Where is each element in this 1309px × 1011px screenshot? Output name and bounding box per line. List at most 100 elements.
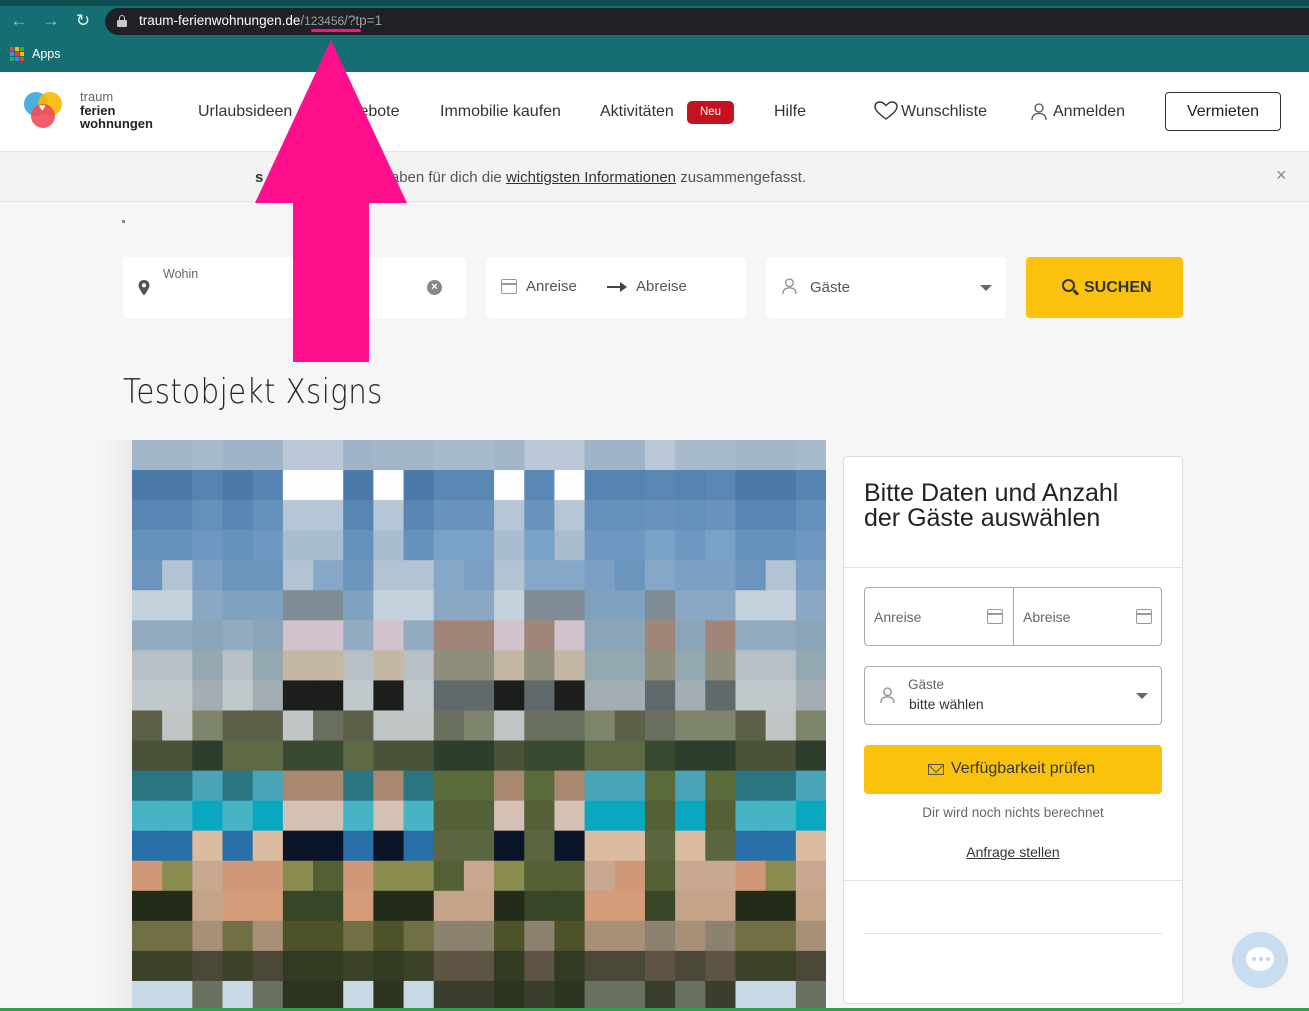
nav-aktivitaeten[interactable]: Aktivitäten (600, 103, 674, 121)
mosaic-tile (282, 770, 314, 802)
mosaic-tile (162, 770, 193, 802)
mosaic-tile (795, 920, 826, 952)
back-arrow-icon[interactable]: ← (8, 10, 30, 32)
url-object-id: 123456 (304, 14, 345, 28)
mosaic-tile (222, 800, 254, 832)
mosaic-tile (313, 740, 344, 772)
mosaic-tile (222, 710, 254, 742)
mosaic-tile (614, 590, 646, 621)
logo-icon[interactable]: ♥ (24, 90, 64, 130)
mosaic-tile (433, 830, 465, 862)
mosaic-tile (584, 740, 616, 772)
mosaic-tile (765, 500, 797, 531)
mosaic-tile (524, 980, 556, 1011)
mosaic-tile (343, 890, 374, 922)
booking-title: Bitte Daten und Anzahl der Gäste auswähl… (864, 479, 1119, 532)
nav-hilfe[interactable]: Hilfe (774, 103, 806, 121)
mosaic-tile (132, 650, 163, 682)
forward-arrow-icon[interactable]: → (40, 10, 62, 32)
booking-departure-input[interactable]: Abreise (1023, 609, 1070, 625)
clear-icon[interactable]: × (427, 280, 442, 295)
mosaic-tile (192, 860, 224, 892)
mosaic-tile (403, 560, 435, 591)
arrow-right-icon (607, 282, 627, 292)
mosaic-tile (614, 830, 646, 862)
mosaic-tile (614, 950, 646, 982)
mosaic-tile (463, 560, 495, 591)
mosaic-tile (463, 830, 495, 862)
mosaic-tile (675, 500, 706, 531)
mosaic-tile (282, 500, 314, 531)
mosaic-tile (765, 440, 797, 471)
mosaic-tile (313, 590, 344, 621)
mosaic-tile (765, 980, 797, 1011)
rent-out-button[interactable]: Vermieten (1165, 92, 1281, 131)
mosaic-tile (675, 710, 706, 742)
booking-guests-select[interactable]: Gäste bitte wählen (864, 666, 1162, 725)
mosaic-tile (705, 470, 737, 501)
mosaic-tile (192, 740, 224, 772)
mosaic-tile (614, 620, 646, 651)
mosaic-tile (765, 950, 797, 982)
mosaic-tile (644, 500, 676, 531)
mosaic-tile (403, 650, 435, 682)
property-photo[interactable] (132, 440, 826, 1011)
mosaic-tile (162, 620, 193, 651)
address-bar[interactable]: traum-ferienwohnungen.de/123456/?tp=1 (105, 8, 1309, 35)
mosaic-tile (463, 440, 495, 471)
mosaic-tile (463, 890, 495, 922)
search-button[interactable]: SUCHEN (1026, 257, 1183, 318)
mosaic-tile (463, 800, 495, 832)
mosaic-tile (675, 740, 706, 772)
mosaic-tile (554, 860, 586, 892)
mosaic-tile (795, 770, 826, 802)
bookmark-apps[interactable]: Apps (32, 47, 61, 61)
mosaic-tile (705, 590, 737, 621)
close-icon[interactable]: × (1276, 166, 1294, 184)
logo-text[interactable]: traum ferien wohnungen (80, 90, 153, 131)
calendar-icon (501, 279, 517, 294)
heart-icon[interactable] (874, 101, 898, 121)
mosaic-tile (765, 800, 797, 832)
mosaic-tile (433, 590, 465, 621)
url-text[interactable]: traum-ferienwohnungen.de/123456/?tp=1 (139, 13, 382, 28)
mosaic-tile (313, 830, 344, 862)
mosaic-tile (403, 800, 435, 832)
check-availability-button[interactable]: Verfügbarkeit prüfen (864, 745, 1162, 794)
user-icon[interactable] (1031, 103, 1047, 121)
banner-info-link[interactable]: wichtigsten Informationen (506, 169, 676, 186)
mosaic-tile (765, 770, 797, 802)
annotation-arrow (255, 40, 407, 362)
booking-date-box[interactable]: Anreise Abreise (864, 587, 1162, 646)
mosaic-tile (614, 500, 646, 531)
inquiry-link[interactable]: Anfrage stellen (844, 844, 1182, 860)
mosaic-tile (765, 530, 797, 561)
mosaic-tile (494, 590, 525, 621)
mosaic-tile (735, 890, 767, 922)
arrival-input[interactable]: Anreise (526, 278, 577, 295)
departure-input[interactable]: Abreise (636, 278, 687, 295)
login-link[interactable]: Anmelden (1053, 103, 1125, 121)
guests-field[interactable]: Gäste (766, 257, 1006, 318)
mosaic-tile (614, 650, 646, 682)
divider (864, 933, 1162, 934)
mosaic-tile (282, 470, 314, 501)
chat-icon[interactable] (1232, 932, 1288, 988)
mosaic-tile (644, 860, 676, 892)
nav-immobilie-kaufen[interactable]: Immobilie kaufen (440, 103, 561, 121)
reload-icon[interactable]: ↻ (72, 10, 94, 32)
mosaic-tile (644, 830, 676, 862)
mosaic-tile (463, 860, 495, 892)
mosaic-tile (735, 470, 767, 501)
mosaic-tile (554, 800, 586, 832)
mosaic-tile (252, 920, 284, 952)
apps-grid-icon[interactable] (10, 47, 24, 61)
mosaic-tile (162, 440, 193, 471)
booking-arrival-input[interactable]: Anreise (874, 609, 921, 625)
wishlist-link[interactable]: Wunschliste (901, 103, 987, 121)
mosaic-tile (584, 530, 616, 561)
mosaic-tile (554, 830, 586, 862)
date-range-field[interactable]: Anreise Abreise (486, 257, 746, 318)
mosaic-tile (343, 920, 374, 952)
mosaic-tile (343, 590, 374, 621)
